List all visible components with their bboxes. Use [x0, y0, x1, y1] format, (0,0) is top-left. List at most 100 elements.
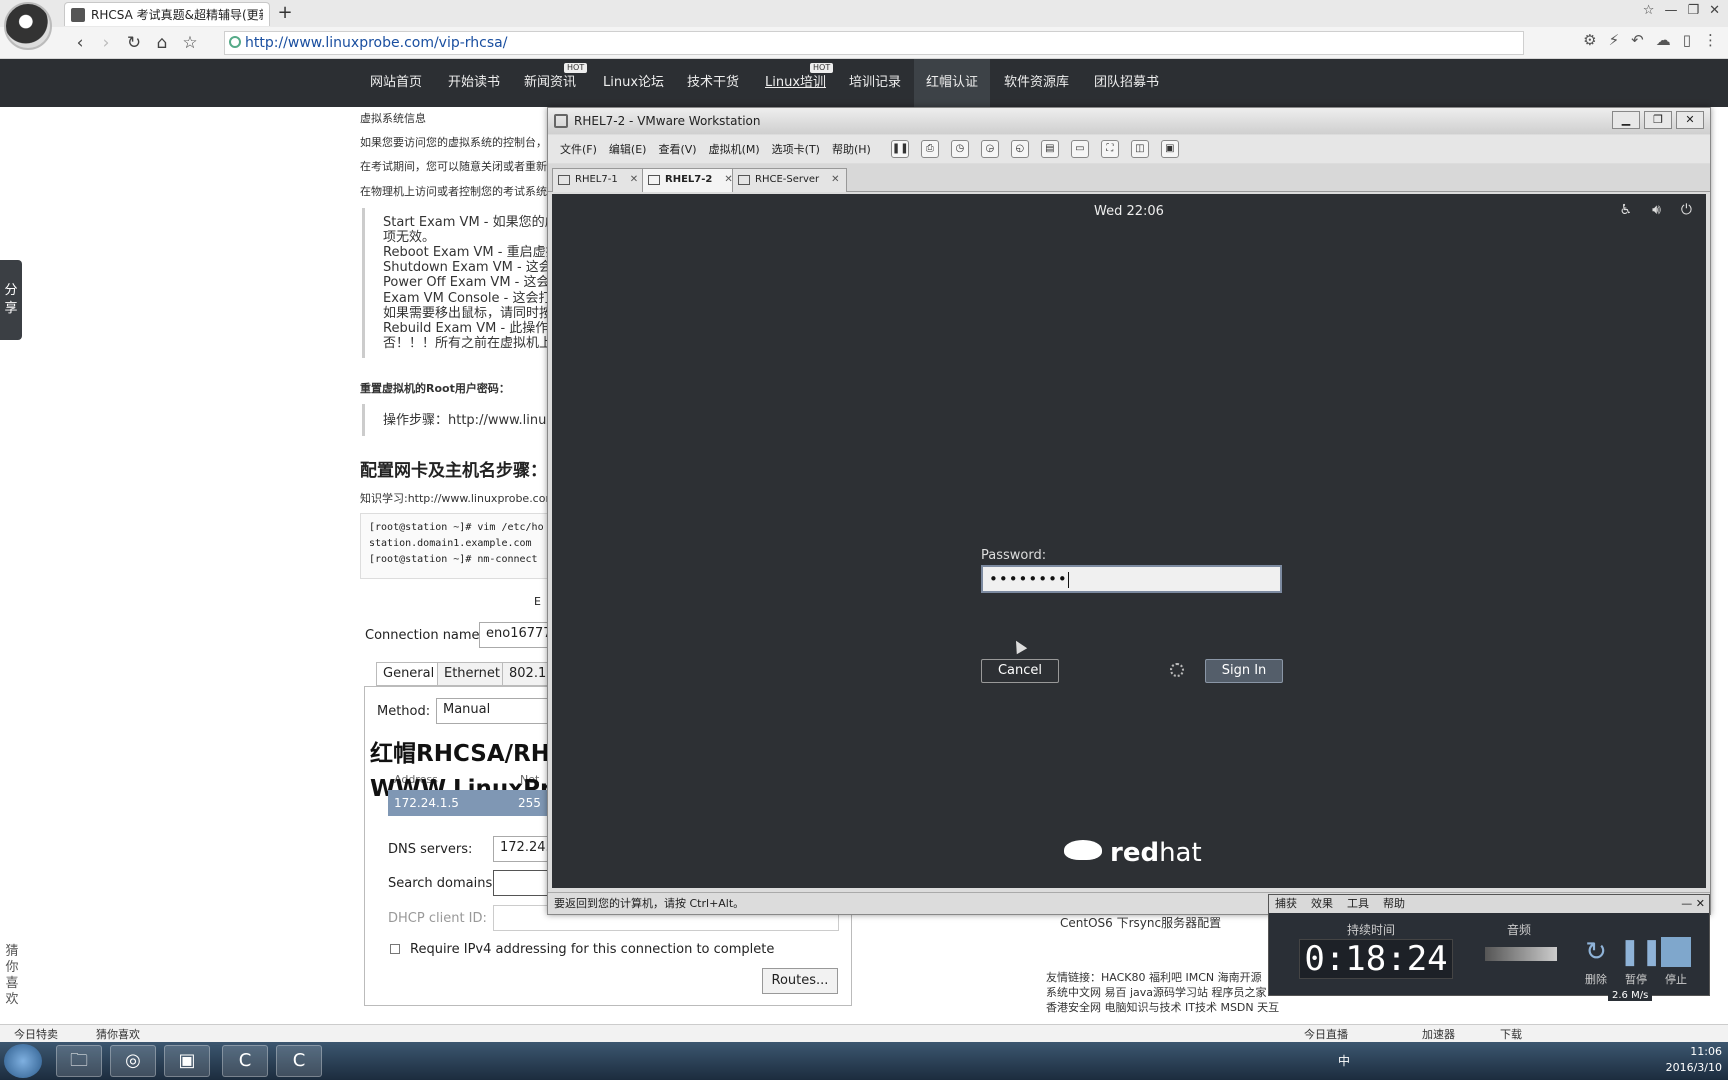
settings-icon[interactable]: ⚙ [1583, 31, 1596, 49]
home-icon[interactable]: ⌂ [150, 31, 174, 55]
unity-icon[interactable]: ◫ [1130, 140, 1149, 158]
delete-recording-icon[interactable]: ↻ [1581, 935, 1611, 969]
close-tab-icon[interactable]: ✕ [831, 174, 839, 185]
menu-vm[interactable]: 虚拟机(M) [709, 141, 760, 157]
stop-recording-icon[interactable] [1661, 937, 1691, 967]
snapshot-icon[interactable]: ◷ [950, 140, 969, 158]
camtasia-recorder-taskbar-icon[interactable]: C [276, 1045, 322, 1077]
today-live-link[interactable]: 今日直播 [1304, 1026, 1348, 1042]
today-deals-link[interactable]: 今日特卖 [14, 1026, 58, 1042]
nav-item-software[interactable]: 软件资源库 [1004, 59, 1069, 107]
gdm-clock[interactable]: Wed 22:06 [552, 204, 1706, 219]
tab-8021x[interactable]: 802.1 [502, 662, 554, 686]
menu-help[interactable]: 帮助(H) [832, 141, 871, 157]
nav-item-redhat-cert[interactable]: 红帽认证 [914, 59, 991, 107]
phone-icon[interactable]: ▯ [1683, 31, 1691, 49]
speed-icon[interactable]: ⚡ [1609, 31, 1620, 49]
require-ipv4-checkbox[interactable] [390, 944, 400, 954]
vm-tab-rhel7-2[interactable]: RHEL7-2 ✕ [642, 168, 740, 192]
close-tab-icon[interactable]: ✕ [630, 174, 638, 185]
cancel-button[interactable]: Cancel [981, 659, 1059, 683]
accessibility-icon[interactable]: ♿ [1620, 202, 1633, 218]
tab-general[interactable]: General [376, 662, 442, 686]
sidebar-article-link[interactable]: CentOS6 下rsync服务器配置 [1060, 914, 1221, 931]
nav-item-home[interactable]: 网站首页 [370, 59, 422, 107]
forward-icon[interactable]: › [94, 31, 118, 55]
accelerator-link[interactable]: 加速器 [1422, 1026, 1455, 1042]
search-domains-field[interactable] [493, 870, 549, 896]
camtasia-taskbar-icon[interactable]: C [222, 1045, 268, 1077]
download-link[interactable]: 下载 [1500, 1026, 1522, 1042]
reload-icon[interactable]: ↻ [122, 31, 146, 55]
menu-icon[interactable]: ⋮ [1703, 31, 1718, 49]
connection-name-field[interactable]: eno16777 [479, 622, 549, 648]
menu-view[interactable]: 查看(V) [658, 141, 696, 157]
knowledge-link[interactable]: 知识学习:http://www.linuxprobe.com [360, 490, 556, 506]
share-button[interactable]: 分享 [0, 260, 22, 340]
new-tab-button[interactable]: + [274, 2, 296, 24]
friend-links-line[interactable]: 友情链接：HACK80 福利吧 IMCN 海南开源 [1046, 969, 1262, 985]
vmware-taskbar-icon[interactable]: ▣ [164, 1045, 210, 1077]
nav-item-reading[interactable]: 开始读书 [448, 59, 500, 107]
recorder-menu-effects[interactable]: 效果 [1311, 895, 1333, 913]
system-clock[interactable]: 11:06 2016/3/10 [1666, 1044, 1722, 1076]
recorder-close-icon[interactable]: — ✕ [1681, 895, 1705, 913]
nav-item-team[interactable]: 团队招募书 [1094, 59, 1159, 107]
ime-indicator[interactable]: 中 [1338, 1052, 1350, 1069]
volume-icon[interactable]: 🔊︎ [1652, 202, 1661, 218]
guess-you-like-link[interactable]: 猜你喜欢 [96, 1026, 140, 1042]
console-view-icon[interactable]: ▣ [1160, 140, 1179, 158]
vmware-minimize-button[interactable]: ▁ [1612, 111, 1640, 129]
browser-taskbar-icon[interactable]: ◎ [110, 1045, 156, 1077]
revert-snapshot-icon[interactable]: ◶ [980, 140, 999, 158]
dns-servers-field[interactable]: 172.24. [493, 836, 549, 862]
back-icon[interactable]: ‹ [68, 31, 92, 55]
undo-icon[interactable]: ↶ [1631, 31, 1644, 49]
friend-links-line[interactable]: 香港安全网 电脑知识与技术 IT技术 MSDN 天互 [1046, 999, 1279, 1015]
recorder-menu-capture[interactable]: 捕获 [1275, 895, 1297, 913]
browser-tab[interactable]: RHCSA 考试真题&超精辅导(更新 [64, 2, 270, 26]
recorder-menu-help[interactable]: 帮助 [1383, 895, 1405, 913]
menu-edit[interactable]: 编辑(E) [609, 141, 647, 157]
vm-tab-rhel7-1[interactable]: RHEL7-1 ✕ [552, 168, 646, 192]
vm-guest-screen[interactable]: Wed 22:06 ♿ 🔊︎ ⏻ Password: •••••••• Canc… [552, 194, 1706, 888]
tab-ethernet[interactable]: Ethernet [437, 662, 507, 686]
send-ctrl-alt-del-icon[interactable]: ⎙ [920, 140, 939, 158]
menu-file[interactable]: 文件(F) [560, 141, 597, 157]
nav-item-records[interactable]: 培训记录 [849, 59, 901, 107]
address-row-selected[interactable]: 172.24.1.5 255 [388, 790, 558, 816]
close-window-button[interactable]: ✕ [1709, 3, 1720, 18]
audio-level-slider[interactable] [1485, 947, 1557, 961]
minimize-button[interactable]: — [1664, 3, 1677, 18]
bookmark-star-icon[interactable]: ☆ [178, 31, 202, 55]
thumbnail-bar-icon[interactable]: ▭ [1070, 140, 1089, 158]
pause-icon[interactable]: ❚❚ [890, 140, 909, 158]
friend-links-line[interactable]: 系统中文网 易百 java源码学习站 程序员之家 [1046, 984, 1267, 1000]
browser-avatar[interactable] [4, 2, 52, 50]
explorer-taskbar-icon[interactable]: 🗀 [56, 1045, 102, 1077]
steps-link[interactable]: 操作步骤：http://www.linux [383, 413, 554, 428]
start-button[interactable] [4, 1044, 42, 1078]
maximize-button[interactable]: ❐ [1687, 3, 1699, 18]
full-screen-icon[interactable]: ⛶ [1100, 140, 1119, 158]
sign-in-button[interactable]: Sign In [1205, 659, 1283, 683]
method-label: Method: [377, 704, 431, 719]
show-library-icon[interactable]: ▤ [1040, 140, 1059, 158]
power-icon[interactable]: ⏻ [1681, 202, 1692, 218]
vmware-close-button[interactable]: ✕ [1676, 111, 1704, 129]
routes-button[interactable]: Routes... [762, 968, 838, 994]
nav-item-forum[interactable]: Linux论坛 [603, 59, 664, 107]
cloud-icon[interactable]: ☁ [1656, 31, 1671, 49]
vmware-restore-button[interactable]: ❐ [1644, 111, 1672, 129]
recorder-menu-tools[interactable]: 工具 [1347, 895, 1369, 913]
url-bar[interactable]: http://www.linuxprobe.com/vip-rhcsa/ [224, 31, 1524, 55]
method-select[interactable]: Manual [436, 698, 548, 724]
skin-icon[interactable]: ☆ [1643, 3, 1655, 18]
nav-item-tech[interactable]: 技术干货 [687, 59, 739, 107]
vm-tab-rhce-server[interactable]: RHCE-Server ✕ [732, 168, 847, 192]
snapshot-manager-icon[interactable]: ◵ [1010, 140, 1029, 158]
pause-recording-icon[interactable]: ❚❚ [1619, 935, 1663, 969]
menu-tabs[interactable]: 选项卡(T) [772, 141, 820, 157]
vmware-title-bar[interactable]: RHEL7-2 - VMware Workstation [548, 108, 1710, 134]
password-field[interactable]: •••••••• [981, 565, 1282, 593]
